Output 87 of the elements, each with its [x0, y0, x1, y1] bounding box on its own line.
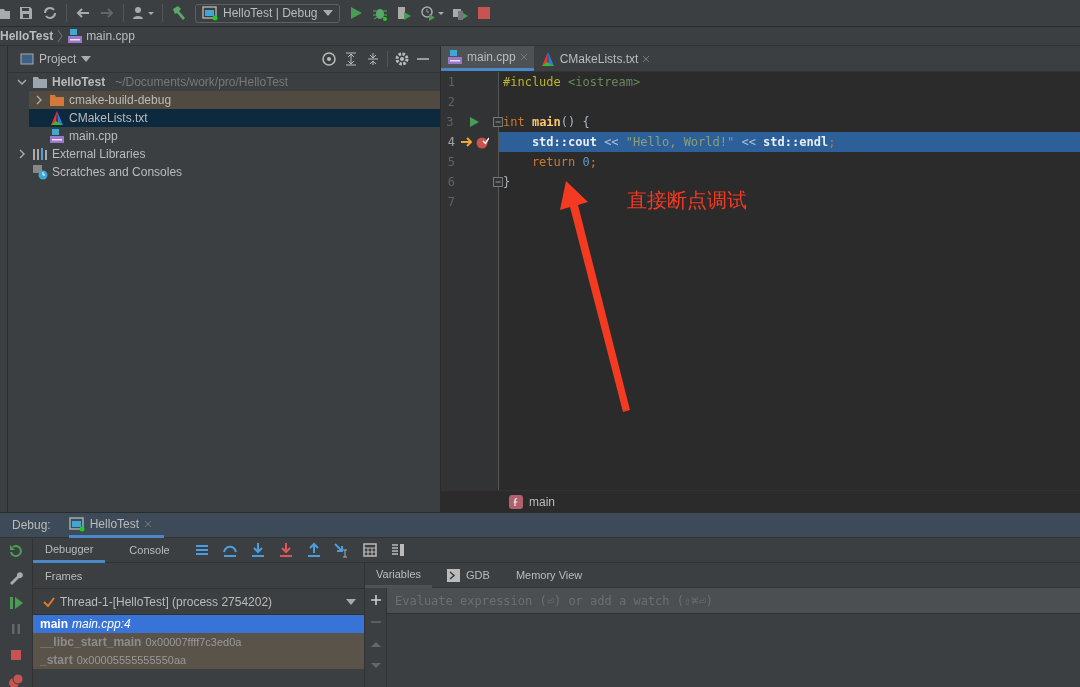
tree-item-label[interactable]: CMakeLists.txt	[69, 111, 148, 125]
editor-tab[interactable]: main.cpp	[441, 46, 534, 71]
save-button[interactable]	[18, 5, 34, 21]
resume-icon[interactable]	[8, 595, 24, 611]
plus-icon[interactable]	[369, 594, 382, 606]
window-icon	[202, 5, 218, 21]
breakpoints-icon[interactable]	[8, 673, 24, 687]
expand-all-icon[interactable]	[343, 51, 359, 67]
line-number: 4	[446, 135, 455, 149]
build-button[interactable]	[171, 5, 187, 21]
layout-icon[interactable]	[389, 542, 406, 558]
threads-menu-icon[interactable]	[193, 542, 210, 558]
profile-button[interactable]	[419, 5, 444, 21]
project-path: ~/Documents/work/pro/HelloTest	[115, 75, 289, 89]
chevron-right-icon[interactable]	[34, 95, 44, 105]
stop-button[interactable]	[475, 5, 492, 21]
coverage-button[interactable]	[395, 5, 412, 21]
tree-item-label[interactable]: main.cpp	[69, 129, 118, 143]
variables-tab[interactable]: Memory View	[504, 562, 594, 588]
project-view-selector[interactable]: Project	[20, 52, 92, 66]
caret-icon	[322, 10, 333, 16]
chevron-icon	[57, 29, 64, 43]
run-to-cursor-icon[interactable]	[333, 542, 350, 558]
locate-icon[interactable]	[321, 51, 337, 67]
tree-item-label[interactable]: External Libraries	[52, 147, 146, 161]
calculator-icon[interactable]	[361, 542, 378, 558]
user-button[interactable]	[132, 5, 154, 21]
close-icon[interactable]	[642, 54, 651, 63]
function-breadcrumb[interactable]: main	[529, 494, 555, 509]
step-out-icon[interactable]	[305, 542, 322, 558]
code-line: #include <iostream>	[503, 75, 641, 89]
run-configuration-selector[interactable]: HelloTest | Debug	[195, 3, 340, 23]
tree-item-label[interactable]: cmake-build-debug	[69, 93, 172, 107]
code-line: return 0;	[530, 155, 597, 169]
cmake-file-icon	[539, 50, 556, 67]
tree-item-label[interactable]: HelloTest	[52, 75, 106, 89]
stop-icon	[475, 5, 492, 21]
build-icon	[171, 5, 187, 21]
code-line: int main() {	[503, 115, 590, 129]
collapse-all-icon[interactable]	[365, 51, 381, 67]
caret-icon	[346, 598, 356, 605]
scratches-icon	[32, 164, 48, 180]
sync-icon	[42, 5, 58, 21]
wrench-icon[interactable]	[8, 569, 24, 585]
frames-title: Frames	[45, 569, 83, 582]
debug-title: Debug:	[12, 518, 51, 532]
check-icon	[43, 595, 55, 608]
cpp-file-icon	[49, 128, 65, 144]
breakpoint-icon[interactable]	[476, 135, 489, 149]
breadcrumb-item[interactable]: HelloTest	[0, 29, 54, 43]
coverage-icon	[395, 5, 412, 21]
caret-icon	[81, 56, 92, 62]
code-line: std::cout << "Hello, World!" << std::endl;	[530, 135, 836, 149]
cpp-file-icon	[67, 28, 84, 44]
function-icon	[509, 494, 523, 509]
fold-marker-icon[interactable]	[493, 117, 503, 127]
stack-frame[interactable]: main main.cpp:4	[33, 615, 364, 633]
sync-button[interactable]	[42, 5, 58, 21]
settings-icon[interactable]	[394, 51, 410, 67]
stop-icon[interactable]	[8, 647, 24, 663]
close-icon[interactable]	[144, 519, 153, 528]
force-step-into-icon[interactable]	[277, 542, 294, 558]
code-line: }	[503, 175, 511, 189]
profile-icon	[419, 5, 444, 21]
debugger-tab[interactable]: Debugger	[33, 537, 106, 563]
save-icon	[18, 5, 34, 21]
chevron-right-icon[interactable]	[17, 149, 27, 159]
fold-marker-icon[interactable]	[493, 177, 503, 187]
variables-tab[interactable]: GDB	[436, 562, 501, 588]
cmake-file-icon	[49, 110, 65, 126]
user-icon	[132, 5, 154, 21]
editor-tab[interactable]: CMakeLists.txt	[533, 46, 657, 71]
execution-arrow-icon	[461, 136, 474, 148]
step-into-icon[interactable]	[249, 542, 266, 558]
libraries-icon	[32, 146, 48, 162]
rerun-icon[interactable]	[8, 543, 24, 559]
chevron-down-icon[interactable]	[17, 77, 27, 87]
run-icon[interactable]	[467, 116, 480, 128]
panel-icon	[20, 53, 34, 65]
debugger-tab[interactable]: Console	[117, 537, 182, 563]
tree-item-label[interactable]: Scratches and Consoles	[52, 165, 183, 179]
window-icon	[68, 515, 85, 532]
annotation-text: 直接断点调试	[627, 187, 747, 214]
cpp-file-icon	[447, 49, 463, 65]
console-icon	[447, 568, 461, 582]
debug-session-tab[interactable]: HelloTest	[68, 512, 165, 538]
breadcrumb-item[interactable]: main.cpp	[86, 29, 135, 43]
